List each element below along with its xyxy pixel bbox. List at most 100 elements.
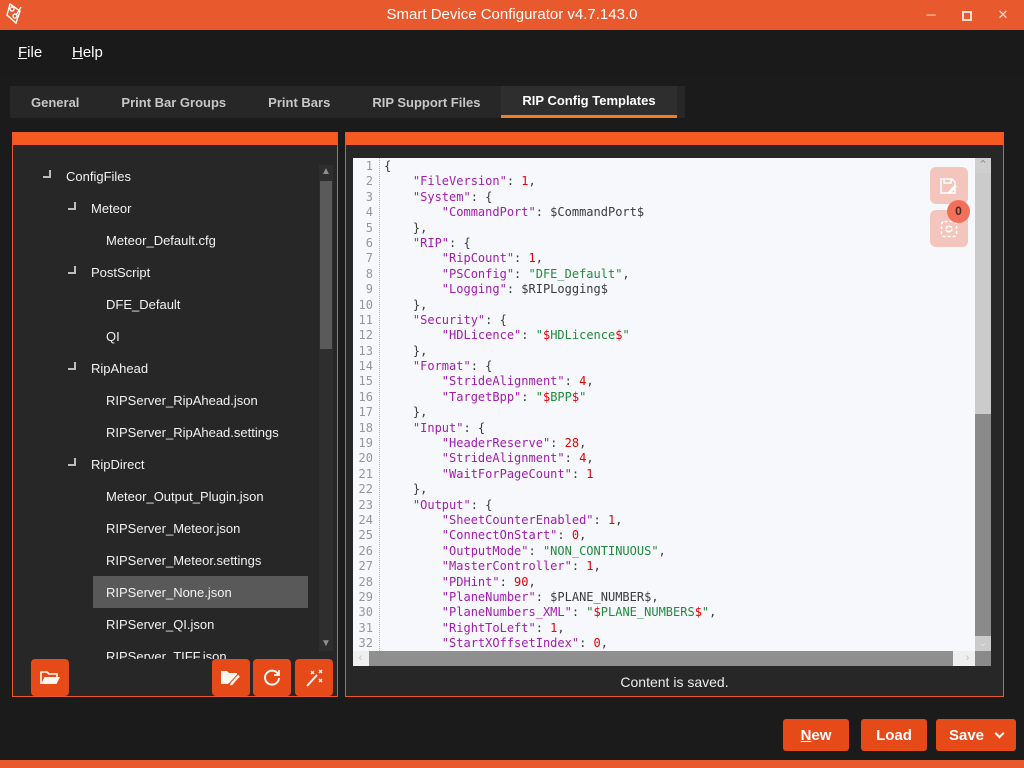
code-area[interactable]: 1{2 "FileVersion": 1,3 "System": {4 "Com… bbox=[353, 159, 975, 651]
code-line: 30 "PlaneNumbers_XML": "$PLANE_NUMBERS$"… bbox=[353, 605, 975, 620]
tree-item[interactable]: RipAhead bbox=[13, 352, 313, 384]
line-number: 30 bbox=[353, 605, 376, 620]
line-number: 3 bbox=[353, 190, 376, 205]
line-number: 4 bbox=[353, 205, 376, 220]
line-number: 11 bbox=[353, 313, 376, 328]
scroll-down-icon[interactable]: ⌄ bbox=[975, 636, 991, 651]
tree-item[interactable]: Meteor_Output_Plugin.json bbox=[13, 480, 313, 512]
tree-item[interactable]: RIPServer_QI.json bbox=[13, 608, 313, 640]
magic-wand-button[interactable] bbox=[295, 659, 333, 696]
tab-print-bar-groups[interactable]: Print Bar Groups bbox=[100, 86, 247, 118]
code-line: 3 "System": { bbox=[353, 190, 975, 205]
tree-item[interactable]: RIPServer_RipAhead.settings bbox=[13, 416, 313, 448]
status-text: Content is saved. bbox=[346, 674, 1003, 690]
tab-rip-config-templates[interactable]: RIP Config Templates bbox=[501, 86, 676, 118]
edit-folder-button[interactable] bbox=[212, 659, 250, 696]
panel-header-strip bbox=[346, 133, 1003, 145]
tree-item[interactable]: RipDirect bbox=[13, 448, 313, 480]
menu-file[interactable]: File bbox=[18, 44, 42, 61]
new-button[interactable]: New bbox=[783, 719, 849, 751]
editor-horizontal-scrollbar[interactable]: ‹ › bbox=[353, 651, 975, 666]
horizontal-scrollbar-thumb[interactable] bbox=[369, 651, 953, 666]
tree-item[interactable]: QI bbox=[13, 320, 313, 352]
tree-item-label: RipAhead bbox=[91, 361, 148, 376]
save-button[interactable]: Save bbox=[936, 719, 1016, 751]
scroll-right-icon[interactable]: › bbox=[960, 651, 975, 666]
tab-print-bars[interactable]: Print Bars bbox=[247, 86, 351, 118]
tree-item-label: DFE_Default bbox=[106, 297, 180, 312]
tree-item-label: Meteor_Default.cfg bbox=[106, 233, 216, 248]
code-line: 5 }, bbox=[353, 221, 975, 236]
code-editor[interactable]: 1{2 "FileVersion": 1,3 "System": {4 "Com… bbox=[353, 158, 991, 666]
line-number: 22 bbox=[353, 482, 376, 497]
line-number: 6 bbox=[353, 236, 376, 251]
open-folder-icon bbox=[39, 669, 61, 687]
expander-icon[interactable] bbox=[68, 266, 76, 274]
tree-item[interactable]: RIPServer_None.json bbox=[13, 576, 313, 608]
line-number: 12 bbox=[353, 328, 376, 343]
code-line: 18 "Input": { bbox=[353, 421, 975, 436]
line-number: 2 bbox=[353, 174, 376, 189]
tree-item-label: RIPServer_QI.json bbox=[106, 617, 214, 632]
load-button[interactable]: Load bbox=[861, 719, 927, 751]
expander-icon[interactable] bbox=[43, 170, 51, 178]
config-tree: ConfigFilesMeteor Meteor_Default.cfg PostS… bbox=[13, 146, 313, 659]
close-button[interactable]: ✕ bbox=[986, 0, 1020, 30]
code-line: 16 "TargetBpp": "$BPP$" bbox=[353, 390, 975, 405]
code-line: 25 "ConnectOnStart": 0, bbox=[353, 528, 975, 543]
code-line: 1{ bbox=[353, 159, 975, 174]
refresh-icon bbox=[262, 668, 282, 688]
scroll-left-icon[interactable]: ‹ bbox=[353, 651, 368, 666]
tree-scrollbar-thumb[interactable] bbox=[320, 181, 332, 349]
scroll-up-icon[interactable]: ⌃ bbox=[975, 158, 991, 173]
code-line: 8 "PSConfig": "DFE_Default", bbox=[353, 267, 975, 282]
tree-item[interactable]: DFE_Default bbox=[13, 288, 313, 320]
scroll-up-icon[interactable]: ▲ bbox=[319, 165, 333, 179]
tree-item-label: RIPServer_TIFF.json bbox=[106, 649, 227, 660]
expander-icon[interactable] bbox=[68, 458, 76, 466]
tree-item-label: RIPServer_RipAhead.settings bbox=[106, 425, 279, 440]
save-template-button[interactable] bbox=[930, 167, 968, 204]
line-number: 32 bbox=[353, 636, 376, 651]
tree-item[interactable]: PostScript bbox=[13, 256, 313, 288]
window-title: Smart Device Configurator v4.7.143.0 bbox=[0, 0, 1024, 30]
tree-item[interactable]: RIPServer_RipAhead.json bbox=[13, 384, 313, 416]
line-number: 28 bbox=[353, 575, 376, 590]
expander-icon[interactable] bbox=[68, 202, 76, 210]
tree-item[interactable]: Meteor_Default.cfg bbox=[13, 224, 313, 256]
code-line: 13 }, bbox=[353, 344, 975, 359]
scroll-down-icon[interactable]: ▼ bbox=[319, 637, 333, 651]
open-folder-button[interactable] bbox=[31, 659, 69, 696]
maximize-button[interactable] bbox=[950, 0, 984, 30]
tree-item-label: PostScript bbox=[91, 265, 150, 280]
line-number: 27 bbox=[353, 559, 376, 574]
tree-item[interactable]: RIPServer_Meteor.settings bbox=[13, 544, 313, 576]
tree-item[interactable]: Meteor bbox=[13, 192, 313, 224]
code-line: 15 "StrideAlignment": 4, bbox=[353, 374, 975, 389]
title-bar: Smart Device Configurator v4.7.143.0 ─ ✕ bbox=[0, 0, 1024, 30]
vertical-scrollbar-thumb[interactable] bbox=[975, 414, 991, 636]
line-number: 15 bbox=[353, 374, 376, 389]
code-line: 7 "RipCount": 1, bbox=[353, 251, 975, 266]
code-line: 6 "RIP": { bbox=[353, 236, 975, 251]
expander-icon[interactable] bbox=[68, 362, 76, 370]
code-line: 32 "StartXOffsetIndex": 0, bbox=[353, 636, 975, 651]
code-line: 4 "CommandPort": $CommandPort$ bbox=[353, 205, 975, 220]
refresh-button[interactable] bbox=[253, 659, 291, 696]
tab-general[interactable]: General bbox=[10, 86, 100, 118]
tree-item[interactable]: ConfigFiles bbox=[13, 160, 313, 192]
editor-vertical-scrollbar[interactable]: ⌃ ⌄ bbox=[975, 158, 991, 651]
tree-item[interactable]: RIPServer_TIFF.json bbox=[13, 640, 313, 659]
code-line: 12 "HDLicence": "$HDLicence$" bbox=[353, 328, 975, 343]
tab-rip-support-files[interactable]: RIP Support Files bbox=[351, 86, 501, 118]
tree-item[interactable]: RIPServer_Meteor.json bbox=[13, 512, 313, 544]
code-line: 17 }, bbox=[353, 405, 975, 420]
line-number: 8 bbox=[353, 267, 376, 282]
scrollbar-corner bbox=[975, 651, 991, 666]
line-number: 26 bbox=[353, 544, 376, 559]
tree-item-label: RIPServer_None.json bbox=[106, 585, 232, 600]
minimize-button[interactable]: ─ bbox=[914, 0, 948, 30]
tree-scrollbar[interactable]: ▲ ▼ bbox=[319, 165, 333, 651]
menu-help[interactable]: Help bbox=[72, 44, 103, 61]
line-number: 14 bbox=[353, 359, 376, 374]
